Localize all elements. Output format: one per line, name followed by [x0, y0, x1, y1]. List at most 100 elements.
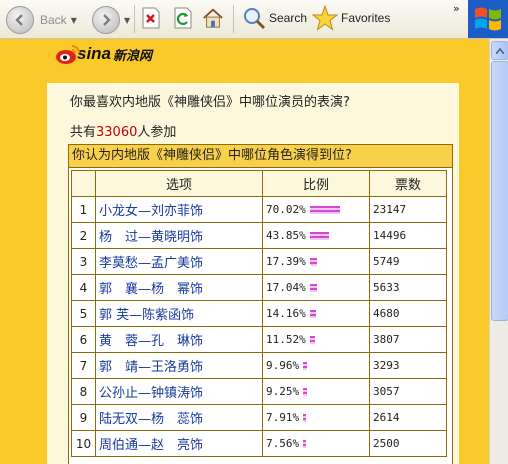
- scroll-thumb[interactable]: [491, 61, 508, 321]
- sina-logo-text-cn: 新浪网: [113, 48, 153, 64]
- ratio-bar: [309, 206, 340, 214]
- participants-suffix: 人参加: [137, 125, 177, 140]
- row-number: 9: [71, 404, 96, 431]
- toolbar-more-icon[interactable]: »: [453, 2, 460, 15]
- stop-button[interactable]: [140, 7, 162, 29]
- poll-box-title: 你认为内地版《神雕侠侣》中哪位角色演得到位?: [69, 145, 452, 168]
- ratio-percent: 7.56%: [266, 437, 300, 450]
- ratio-percent: 9.25%: [266, 385, 300, 398]
- row-number: 1: [71, 196, 96, 223]
- vote-count: 23147: [369, 196, 447, 223]
- back-button[interactable]: Back ▼: [6, 6, 77, 34]
- poll-panel: 你最喜欢内地版《神雕侠侣》中哪位演员的表演? 共有33060人参加 你认为内地版…: [47, 83, 459, 464]
- row-number: 8: [71, 378, 96, 405]
- search-button[interactable]: Search: [242, 6, 307, 30]
- ratio-percent: 7.91%: [266, 411, 300, 424]
- participants-count: 33060: [96, 125, 138, 140]
- ratio-cell: 11.52%: [262, 326, 370, 353]
- favorites-star-icon: [312, 5, 338, 31]
- ratio-percent: 43.85%: [266, 229, 306, 242]
- option-name: 郭 芙—陈紫函饰: [95, 300, 263, 327]
- option-name: 郭 靖—王洛勇饰: [95, 352, 263, 379]
- page-content: sina 新浪网 你最喜欢内地版《神雕侠侣》中哪位演员的表演? 共有33060人…: [0, 39, 489, 464]
- table-row: 10 周伯通—赵 亮饰 7.56% 2500: [71, 430, 447, 457]
- toolbar-separator: [233, 5, 234, 33]
- back-label: Back: [40, 13, 67, 27]
- ratio-cell: 17.39%: [262, 248, 370, 275]
- row-number: 5: [71, 300, 96, 327]
- back-dropdown-icon[interactable]: ▼: [71, 16, 77, 25]
- ratio-cell: 14.16%: [262, 300, 370, 327]
- ratio-cell: 7.91%: [262, 404, 370, 431]
- option-name: 周伯通—赵 亮饰: [95, 430, 263, 457]
- option-name: 公孙止—钟镇涛饰: [95, 378, 263, 405]
- option-name: 郭 襄—杨 幂饰: [95, 274, 263, 301]
- refresh-button[interactable]: [172, 7, 194, 29]
- row-number: 7: [71, 352, 96, 379]
- favorites-label: Favorites: [341, 11, 391, 25]
- table-row: 9 陆无双—杨 蕊饰 7.91% 2614: [71, 404, 447, 431]
- ratio-percent: 9.96%: [266, 359, 300, 372]
- favorites-button[interactable]: Favorites: [312, 5, 390, 31]
- ratio-bar: [309, 232, 329, 240]
- participants-prefix: 共有: [70, 125, 97, 140]
- option-name: 陆无双—杨 蕊饰: [95, 404, 263, 431]
- ratio-cell: 9.96%: [262, 352, 370, 379]
- row-number: 4: [71, 274, 96, 301]
- table-row: 6黄 蓉—孔 琳饰 11.52% 3807: [71, 326, 447, 353]
- vote-count: 3807: [369, 326, 447, 353]
- search-icon: [244, 8, 266, 30]
- vertical-scrollbar[interactable]: [489, 39, 508, 464]
- header-ratio: 比例: [262, 170, 370, 197]
- poll-participants: 共有33060人参加: [70, 121, 176, 140]
- row-number: 3: [71, 248, 96, 275]
- ratio-bar: [303, 414, 307, 422]
- table-row: 8 公孙止—钟镇涛饰 9.25% 3057: [71, 378, 447, 405]
- sina-eye-icon: [55, 41, 81, 67]
- back-icon: [6, 6, 34, 34]
- home-button[interactable]: [202, 7, 224, 29]
- ratio-percent: 17.04%: [266, 281, 306, 294]
- forward-icon: [92, 6, 120, 34]
- option-name: 杨 过—黄晓明饰: [95, 222, 263, 249]
- ratio-percent: 17.39%: [266, 255, 306, 268]
- scroll-up-button[interactable]: [491, 41, 508, 60]
- ratio-percent: 11.52%: [266, 333, 306, 346]
- row-number: 10: [71, 430, 96, 457]
- row-number: 2: [71, 222, 96, 249]
- ratio-cell: 7.56%: [262, 430, 370, 457]
- option-name: 黄 蓉—孔 琳饰: [95, 326, 263, 353]
- sina-logo-text: sina: [77, 44, 112, 63]
- stop-icon: [142, 7, 160, 29]
- vote-count: 2614: [369, 404, 447, 431]
- home-icon: [203, 8, 223, 28]
- vote-count: 3293: [369, 352, 447, 379]
- table-row: 4郭 襄—杨 幂饰 17.04% 5633: [71, 274, 447, 301]
- row-number: 6: [71, 326, 96, 353]
- toolbar-separator: [134, 5, 135, 33]
- search-label: Search: [269, 11, 308, 25]
- option-name: 小龙女—刘亦菲饰: [95, 196, 263, 223]
- table-row: 5郭 芙—陈紫函饰 14.16% 4680: [71, 300, 447, 327]
- ratio-cell: 17.04%: [262, 274, 370, 301]
- poll-results-table: 选项 比例 票数 1 小龙女—刘亦菲饰 70.02% 23147 2 杨 过—黄晓明饰 43…: [71, 170, 447, 457]
- ratio-cell: 9.25%: [262, 378, 370, 405]
- forward-dropdown-icon[interactable]: ▼: [124, 16, 130, 25]
- vote-count: 2500: [369, 430, 447, 457]
- ratio-percent: 14.16%: [266, 307, 306, 320]
- forward-button[interactable]: ▼: [92, 6, 130, 34]
- poll-question: 你最喜欢内地版《神雕侠侣》中哪位演员的表演?: [70, 95, 350, 110]
- ratio-bar: [309, 336, 315, 344]
- table-row: 7郭 靖—王洛勇饰 9.96% 3293: [71, 352, 447, 379]
- table-row: 1 小龙女—刘亦菲饰 70.02% 23147: [71, 196, 447, 223]
- scroll-up-icon: [496, 47, 504, 54]
- windows-logo-icon: [468, 0, 508, 38]
- table-row: 3 李莫愁—孟广美饰 17.39% 5749: [71, 248, 447, 275]
- poll-results-box: 你认为内地版《神雕侠侣》中哪位角色演得到位? 选项 比例 票数 1 小龙女—刘亦菲…: [68, 144, 453, 464]
- sina-logo[interactable]: sina 新浪网: [55, 41, 152, 67]
- ratio-bar: [309, 258, 317, 266]
- ratio-cell: 70.02%: [262, 196, 370, 223]
- ratio-bar: [303, 388, 308, 396]
- table-row: 2杨 过—黄晓明饰 43.85% 14496: [71, 222, 447, 249]
- vote-count: 5633: [369, 274, 447, 301]
